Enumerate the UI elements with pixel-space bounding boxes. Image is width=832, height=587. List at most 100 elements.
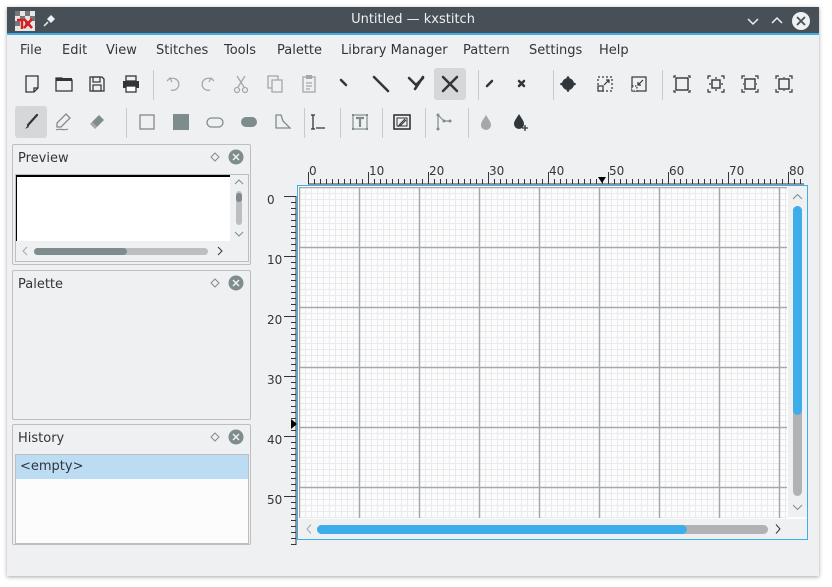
erase-icon [90, 115, 104, 129]
close-dock-icon[interactable] [228, 429, 244, 445]
toolbar-separator [662, 70, 663, 100]
paste-button[interactable] [293, 68, 325, 100]
scroll-right-icon [217, 246, 223, 256]
float-icon[interactable] [210, 432, 220, 442]
french-knot-button[interactable] [552, 68, 584, 100]
quarter-stitch-button[interactable] [329, 68, 361, 100]
menu-edit[interactable]: Edit [62, 43, 87, 58]
menu-pattern[interactable]: Pattern [463, 43, 510, 58]
fit-height-button[interactable] [768, 68, 800, 100]
rectangle-outline-icon [139, 114, 155, 130]
ruler-label: 60 [669, 164, 684, 178]
polygon-fill-icon [275, 114, 292, 129]
ellipse-outline-icon [206, 117, 224, 128]
menu-settings[interactable]: Settings [529, 43, 582, 58]
full-stitch-button[interactable] [434, 68, 466, 100]
fit-page-button[interactable] [666, 68, 698, 100]
three-quarter-stitch-button[interactable] [400, 68, 432, 100]
float-icon[interactable] [210, 278, 220, 288]
menu-view[interactable]: View [106, 43, 137, 58]
fit-width-icon [741, 75, 759, 93]
main-window: Untitled — kxstitch File Edit View Stitc… [7, 7, 819, 576]
rectangle-outline-button[interactable] [131, 106, 163, 138]
maximize-icon[interactable] [767, 11, 787, 31]
ruler-label: 30 [267, 373, 282, 387]
ruler-label: 70 [729, 164, 744, 178]
color-picker-button[interactable] [470, 106, 502, 138]
save-button[interactable] [81, 68, 113, 100]
ellipse-fill-button[interactable] [233, 106, 265, 138]
close-dock-icon[interactable] [228, 275, 244, 291]
scroll-down-icon [234, 231, 244, 237]
ruler-label: 10 [267, 253, 282, 267]
zoom-in-region-button[interactable] [589, 68, 621, 100]
menu-file[interactable]: File [20, 43, 42, 58]
text-button[interactable] [344, 106, 376, 138]
save-icon [89, 76, 105, 92]
backstitch-line-button[interactable] [302, 106, 334, 138]
draw-icon [55, 113, 71, 131]
copy-button[interactable] [259, 68, 291, 100]
scrollbar-handle [317, 525, 687, 534]
new-file-icon [25, 75, 39, 93]
scroll-up-icon [234, 179, 244, 185]
fit-page-icon [673, 75, 691, 93]
menu-palette[interactable]: Palette [277, 43, 322, 58]
zoom-out-region-button[interactable] [623, 68, 655, 100]
ruler-label: 50 [609, 164, 624, 178]
history-dock-title: History [18, 431, 65, 446]
pattern-editor[interactable] [297, 185, 808, 540]
tools-toolbar [7, 106, 819, 140]
editor-vertical-scrollbar[interactable] [788, 186, 807, 517]
paint-brush-button[interactable] [15, 106, 47, 138]
undo-button[interactable] [158, 68, 190, 100]
redo-button[interactable] [191, 68, 223, 100]
add-color-icon [514, 114, 528, 131]
fit-width-height-button[interactable] [700, 68, 732, 100]
paste-icon [302, 75, 316, 93]
vertical-ruler: 0 10 20 30 40 50 [267, 193, 297, 545]
print-button[interactable] [115, 68, 147, 100]
history-list[interactable]: <empty> [15, 454, 249, 544]
menu-tools[interactable]: Tools [224, 43, 256, 58]
quarter-stitch-icon [339, 78, 348, 87]
open-button[interactable] [48, 68, 80, 100]
history-item[interactable]: <empty> [16, 455, 248, 479]
backstitch-button[interactable] [428, 106, 460, 138]
half-stitch-button[interactable] [365, 68, 397, 100]
small-full-stitch-button[interactable] [506, 68, 538, 100]
polygon-fill-button[interactable] [267, 106, 299, 138]
draw-button[interactable] [47, 106, 79, 138]
toolbar-separator [468, 108, 469, 138]
minimize-icon[interactable] [743, 11, 763, 31]
half-stitch-icon [372, 75, 390, 93]
preview-vertical-scrollbar[interactable] [230, 175, 248, 241]
close-dock-icon[interactable] [228, 149, 244, 165]
cut-button[interactable] [225, 68, 257, 100]
float-icon[interactable] [210, 152, 220, 162]
stitch-grid[interactable] [299, 187, 787, 518]
small-half-stitch-button[interactable] [473, 68, 505, 100]
print-icon [123, 75, 139, 93]
fit-width-button[interactable] [734, 68, 766, 100]
ruler-label: 0 [267, 193, 275, 207]
menu-stitches[interactable]: Stitches [156, 43, 208, 58]
menu-help[interactable]: Help [599, 43, 629, 58]
title-bar[interactable]: Untitled — kxstitch [7, 7, 819, 35]
ruler-label: 20 [429, 164, 444, 178]
palette-dock: Palette [12, 270, 251, 420]
rectangle-fill-button[interactable] [165, 106, 197, 138]
preview-horizontal-scrollbar[interactable] [16, 241, 230, 261]
close-icon[interactable] [791, 11, 811, 31]
preview-canvas[interactable] [16, 175, 230, 241]
editor-horizontal-scrollbar[interactable] [298, 519, 807, 539]
preview-view[interactable] [15, 174, 249, 262]
new-file-button[interactable] [16, 68, 48, 100]
small-half-stitch-icon [485, 79, 494, 88]
ellipse-outline-button[interactable] [199, 106, 231, 138]
menu-library-manager[interactable]: Library Manager [341, 43, 448, 58]
select-area-button[interactable] [386, 106, 418, 138]
erase-button[interactable] [81, 106, 113, 138]
scrollbar-handle [793, 206, 802, 415]
add-color-button[interactable] [504, 106, 536, 138]
